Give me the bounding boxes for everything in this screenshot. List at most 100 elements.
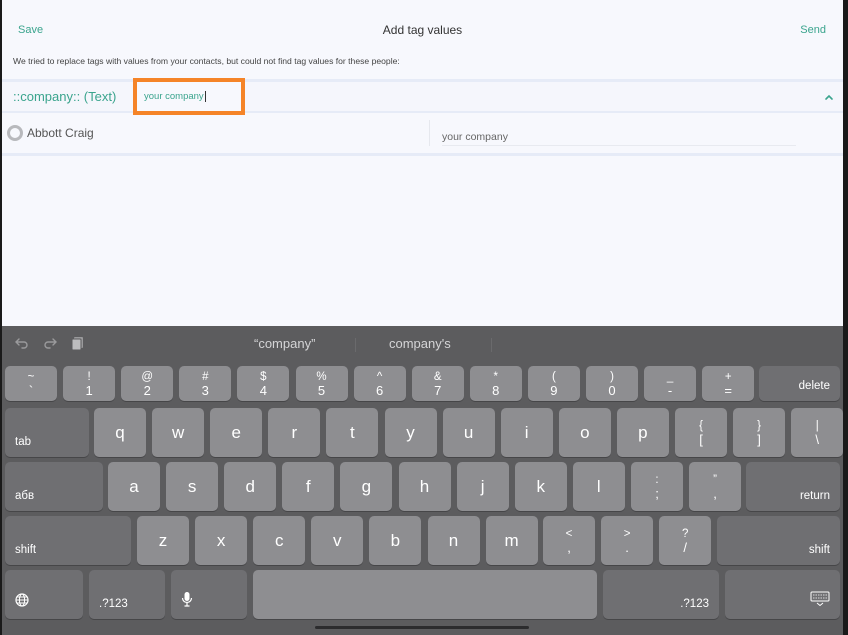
numbers-key-right[interactable]: .?123 [603,570,719,619]
key-char: 0 [608,382,616,398]
key-label: z [158,530,168,550]
key-label: g [361,476,372,496]
key-b[interactable]: b [369,516,422,565]
key-legend: :; [655,473,659,501]
key-legend: ~ ` [28,370,35,398]
key-char: 4 [259,382,267,398]
key-row1-3[interactable]: #3 [179,366,232,401]
key-k[interactable]: k [514,462,567,511]
key-r[interactable]: r [268,408,321,457]
key-w[interactable]: w [152,408,205,457]
key-s[interactable]: s [166,462,219,511]
key-p[interactable]: p [616,408,669,457]
send-button[interactable]: Send [800,24,826,36]
key-row1-11[interactable]: _ - [644,366,697,401]
key-label: i [524,422,529,442]
key-row1-12[interactable]: + = [702,366,755,401]
key-symbol[interactable]: :; [631,462,683,511]
key-legend: ”, [713,473,717,501]
key-v[interactable]: v [311,516,364,565]
key-char: 5 [317,382,326,398]
dictation-key[interactable] [171,570,247,619]
numbers-key-left[interactable]: .?123 [89,570,165,619]
key-shift-char: < [565,527,573,540]
suggestion-1[interactable]: “company” [254,336,315,351]
key-row1-5[interactable]: % 5 [295,366,348,401]
key-legend: _ - [667,370,673,398]
globe-key[interactable] [5,570,83,619]
key-q[interactable]: q [94,408,146,457]
key-symbol[interactable]: | \ [791,408,843,457]
key-i[interactable]: i [500,408,553,457]
key-symbol[interactable]: }] [733,408,786,457]
key-label: x [216,530,226,550]
on-screen-keyboard: “company” company's ~ `! 1 @2 #3 $4% 5 ^ 6 & 7 * 8(9… [2,326,843,635]
key-row1-6[interactable]: ^ 6 [353,366,406,401]
key-o[interactable]: o [558,408,611,457]
key-f[interactable]: f [282,462,335,511]
key-row1-8[interactable]: * 8 [469,366,522,401]
key-symbol[interactable]: <, [543,516,595,565]
key-e[interactable]: e [210,408,263,457]
key-row1-2[interactable]: @2 [121,366,174,401]
key-label: f [305,476,311,496]
space-bar[interactable] [253,570,597,619]
shift-key-left[interactable]: shift [5,516,131,565]
key-row1-7[interactable]: & 7 [411,366,464,401]
key-row1-10[interactable]: ) 0 [586,366,638,401]
key-a[interactable]: a [108,462,160,511]
key-symbol[interactable]: ? / [659,516,712,565]
hide-keyboard-key[interactable] [725,570,840,619]
key-m[interactable]: m [485,516,538,565]
undo-icon[interactable] [14,335,30,351]
key-z[interactable]: z [137,516,189,565]
suggestion-2[interactable]: company's [389,336,451,351]
key-n[interactable]: n [427,516,480,565]
key-row1-1[interactable]: ! 1 [63,366,116,401]
key-label: b [390,530,401,550]
key-u[interactable]: u [442,408,495,457]
key-symbol[interactable]: >. [601,516,654,565]
key-legend: {[ [699,419,703,447]
tag-section-header[interactable]: ::company:: (Text) [2,79,843,113]
key-char: 7 [434,382,442,398]
key-shift-char: & [433,370,442,383]
key-legend: ) 0 [608,370,615,398]
key-shift-char: @ [141,370,154,383]
chevron-up-icon[interactable] [823,90,835,100]
key-j[interactable]: j [456,462,509,511]
paste-icon[interactable] [70,335,86,351]
key-symbol[interactable]: {[ [675,408,727,457]
language-key[interactable]: абв [5,462,103,511]
contact-name: Abbott Craig [27,126,94,140]
key-legend: + = [724,370,732,398]
key-row1-0[interactable]: ~ ` [5,366,57,401]
key-y[interactable]: y [384,408,437,457]
key-l[interactable]: l [572,462,625,511]
key-char: - [667,382,673,398]
key-c[interactable]: c [253,516,306,565]
key-g[interactable]: g [340,462,393,511]
key-row1-4[interactable]: $4 [237,366,290,401]
tag-label: ::company:: (Text) [13,89,117,104]
shift-key-right[interactable]: shift [717,516,840,565]
redo-icon[interactable] [42,335,58,351]
key-row1-9[interactable]: (9 [527,366,580,401]
key-shift-char: : [655,473,659,486]
key-legend: $4 [260,370,267,398]
key-d[interactable]: d [224,462,277,511]
key-legend: % 5 [316,370,326,398]
key-t[interactable]: t [326,408,379,457]
key-label: h [419,476,430,496]
tag-default-value-input[interactable]: your company [144,91,234,102]
key-shift-char: $ [260,370,267,383]
return-key[interactable]: return [746,462,840,511]
key-legend: | \ [815,419,819,447]
key-h[interactable]: h [398,462,451,511]
tab-key[interactable]: tab [5,408,89,457]
key-shift-char: ? [681,527,689,540]
contact-value-input[interactable] [442,128,796,146]
key-x[interactable]: x [195,516,248,565]
key-symbol[interactable]: ”, [689,462,742,511]
delete-key[interactable]: delete [759,366,840,401]
